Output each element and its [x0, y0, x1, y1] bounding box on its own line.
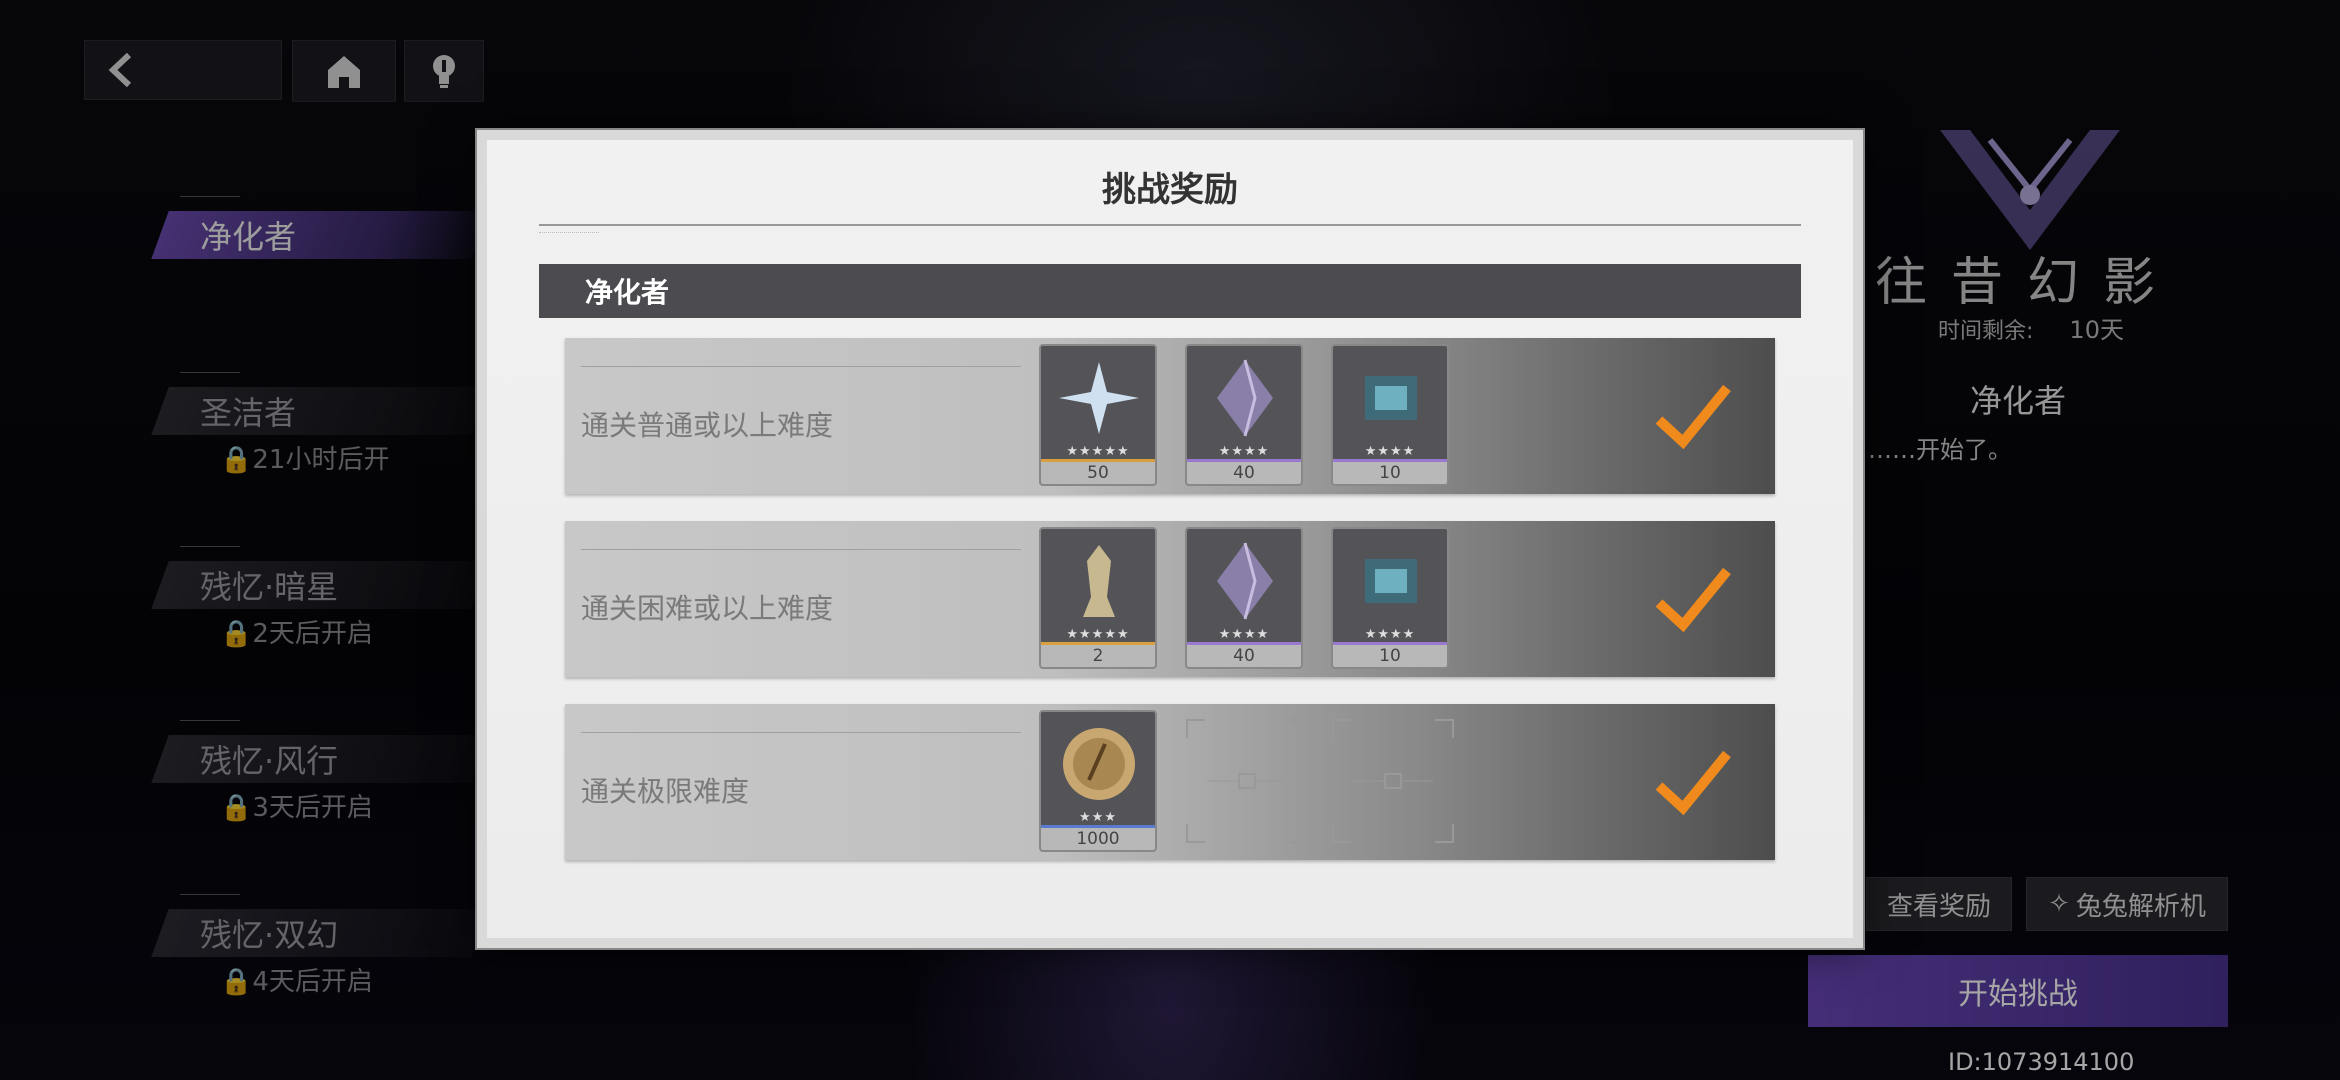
reward-item-gold-coin[interactable]: ★★★ 1000 — [1039, 710, 1157, 852]
reward-modal: 挑战奖励 净化者 通关普通或以上难度 ★★★★★ 50 ★★★★ 40 ★★★★ — [477, 130, 1863, 948]
reward-item-crystal-shard[interactable]: ★★★★★ 50 — [1039, 344, 1157, 486]
item-count: 10 — [1333, 462, 1447, 484]
checkmark-icon — [1655, 384, 1731, 450]
row-divider — [581, 549, 1021, 550]
section-header: 净化者 — [539, 264, 1801, 318]
divider-decoration — [539, 232, 599, 237]
reward-condition: 通关困难或以上难度 — [581, 592, 834, 625]
rarity-stars: ★★★★ — [1364, 627, 1416, 642]
reward-row-1: 通关困难或以上难度 ★★★★★ 2 ★★★★ 40 ★★★★ 10 — [565, 521, 1775, 677]
empty-reward-slot — [1332, 719, 1454, 843]
checkmark-icon — [1655, 750, 1731, 816]
reward-condition: 通关普通或以上难度 — [581, 409, 834, 442]
rarity-stars: ★★★★★ — [1066, 627, 1130, 642]
reward-item-purple-crystal[interactable]: ★★★★ 40 — [1185, 527, 1303, 669]
crystal-shard-icon — [1059, 362, 1139, 434]
item-count: 40 — [1187, 645, 1301, 667]
rarity-stars: ★★★★ — [1218, 627, 1270, 642]
purple-crystal-icon — [1217, 542, 1273, 620]
reward-row-0: 通关普通或以上难度 ★★★★★ 50 ★★★★ 40 ★★★★ 10 — [565, 338, 1775, 494]
rarity-stars: ★★★★ — [1218, 444, 1270, 459]
figure-statue-icon — [1083, 545, 1115, 617]
item-count: 40 — [1187, 462, 1301, 484]
reward-item-blue-chip[interactable]: ★★★★ 10 — [1331, 527, 1449, 669]
purple-crystal-icon — [1217, 359, 1273, 437]
rarity-stars: ★★★ — [1079, 810, 1117, 825]
reward-item-figure-statue[interactable]: ★★★★★ 2 — [1039, 527, 1157, 669]
row-divider — [581, 732, 1021, 733]
item-count: 10 — [1333, 645, 1447, 667]
item-count: 2 — [1041, 645, 1155, 667]
rarity-stars: ★★★★★ — [1066, 444, 1130, 459]
empty-reward-slot — [1186, 719, 1308, 843]
reward-condition: 通关极限难度 — [581, 775, 750, 808]
modal-title: 挑战奖励 — [1102, 170, 1238, 210]
blue-chip-icon — [1365, 559, 1417, 603]
gold-coin-icon — [1063, 728, 1135, 800]
checkmark-icon — [1655, 567, 1731, 633]
row-divider — [581, 366, 1021, 367]
item-count: 50 — [1041, 462, 1155, 484]
title-divider — [539, 224, 1801, 226]
reward-item-purple-crystal[interactable]: ★★★★ 40 — [1185, 344, 1303, 486]
section-title: 净化者 — [585, 276, 670, 309]
rarity-stars: ★★★★ — [1364, 444, 1416, 459]
reward-item-blue-chip[interactable]: ★★★★ 10 — [1331, 344, 1449, 486]
reward-row-2: 通关极限难度 ★★★ 1000 — [565, 704, 1775, 860]
blue-chip-icon — [1365, 376, 1417, 420]
item-count: 1000 — [1041, 828, 1155, 850]
